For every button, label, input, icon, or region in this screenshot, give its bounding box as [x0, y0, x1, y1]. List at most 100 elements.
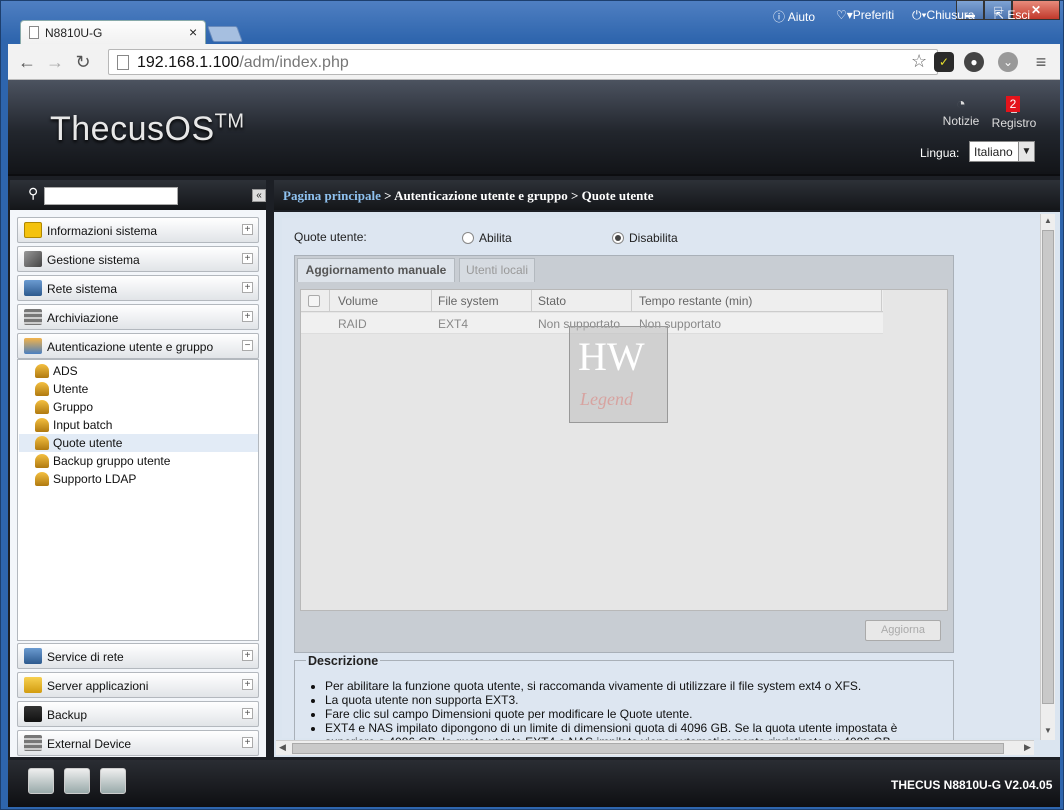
rss-icon: ◔	[956, 96, 966, 113]
sidebar-item-input-batch[interactable]: Input batch	[19, 416, 258, 434]
table-header: Volume File system Stato Tempo restante …	[301, 290, 883, 312]
aiuto-link[interactable]: ⓘ Aiuto	[773, 8, 815, 25]
menu-label: Server applicazioni	[47, 679, 149, 693]
address-bar[interactable]: 192.168.1.100/adm/index.php ☆	[108, 49, 938, 75]
scroll-down-icon[interactable]: ▼	[1044, 726, 1052, 735]
browser-tab[interactable]: N8810U-G ×	[20, 20, 206, 44]
language-select[interactable]: Italiano ▼	[969, 141, 1035, 162]
help-icon: ⓘ	[773, 10, 788, 24]
sidebar-item-label: Input batch	[53, 418, 113, 432]
horizontal-scroll-thumb[interactable]	[292, 743, 1004, 754]
sidebar-item-supporto-ldap[interactable]: Supporto LDAP	[19, 470, 258, 488]
search-icon: ⚲	[28, 185, 39, 201]
collapse-sidebar-button[interactable]: «	[252, 189, 266, 202]
abilita-radio[interactable]	[462, 232, 474, 244]
menu-autenticazione-utente-gruppo[interactable]: Autenticazione utente e gruppo −	[17, 333, 259, 359]
sidebar-item-label: Gruppo	[53, 400, 94, 414]
sidebar-item-quote-utente[interactable]: Quote utente	[19, 434, 258, 452]
back-icon[interactable]: ←	[16, 52, 38, 73]
collapse-icon: −	[242, 340, 253, 351]
exit-icon: ⇱	[994, 8, 1008, 22]
preferiti-label: Preferiti	[852, 8, 895, 22]
disk-icon[interactable]	[64, 768, 90, 794]
firmware-version: THECUS N8810U-G V2.04.05	[891, 778, 1053, 792]
description-item: Fare clic sul campo Dimensioni quote per…	[325, 707, 945, 721]
sidebar-item-label: Quote utente	[53, 436, 123, 450]
column-header-tempo-restante[interactable]: Tempo restante (min)	[639, 294, 752, 308]
forward-icon[interactable]: →	[44, 52, 66, 73]
pocket-icon[interactable]: ⌄	[998, 52, 1018, 72]
adblock-icon[interactable]: ●	[964, 52, 984, 72]
esci-link[interactable]: ⇱ Esci	[994, 8, 1030, 22]
horizontal-scrollbar[interactable]: ◀ ▶	[276, 740, 1034, 755]
user-icon	[35, 382, 49, 396]
sidebar-item-label: Utente	[53, 382, 89, 396]
reload-icon[interactable]: ↻	[72, 52, 94, 73]
scroll-right-icon[interactable]: ▶	[1024, 742, 1031, 753]
ldap-icon	[35, 472, 49, 486]
network-map-icon[interactable]	[100, 768, 126, 794]
menu-service-di-rete[interactable]: Service di rete +	[17, 643, 259, 669]
user-icon	[35, 364, 49, 378]
breadcrumb-home-link[interactable]: Pagina principale	[283, 188, 381, 203]
scroll-left-icon[interactable]: ◀	[279, 742, 286, 753]
expand-icon: +	[242, 224, 253, 235]
esci-label: Esci	[1007, 8, 1031, 22]
app-footer: THECUS N8810U-G V2.04.05	[8, 760, 1060, 807]
expand-icon: +	[242, 737, 253, 748]
tab-aggiornamento-manuale[interactable]: Aggiornamento manuale	[297, 258, 455, 282]
tab-close-icon[interactable]: ×	[189, 24, 197, 40]
sidebar-item-gruppo[interactable]: Gruppo	[19, 398, 258, 416]
preferiti-link[interactable]: ♡▾Preferiti	[836, 8, 894, 22]
tab-utenti-locali[interactable]: Utenti locali	[459, 258, 535, 282]
menu-informazioni-sistema[interactable]: Informazioni sistema +	[17, 217, 259, 243]
sidebar-item-label: ADS	[53, 364, 78, 378]
menu-backup[interactable]: Backup +	[17, 701, 259, 727]
new-tab-button[interactable]	[207, 26, 243, 42]
external-device-icon	[24, 735, 42, 751]
vertical-scroll-thumb[interactable]	[1042, 230, 1054, 704]
page-icon	[117, 55, 129, 70]
watermark-top: HW	[578, 334, 645, 379]
menu-label: External Device	[47, 737, 132, 751]
bookmark-star-icon[interactable]: ☆	[911, 51, 927, 72]
extension-icon[interactable]: ✓	[934, 52, 954, 72]
menu-archiviazione[interactable]: Archiviazione +	[17, 304, 259, 330]
search-input[interactable]	[44, 187, 178, 205]
chevron-down-icon: ▼	[1018, 142, 1034, 161]
menu-external-device[interactable]: External Device +	[17, 730, 259, 756]
column-header-file-system[interactable]: File system	[438, 294, 499, 308]
select-all-checkbox[interactable]	[308, 295, 320, 307]
network-icon	[24, 280, 42, 296]
sidebar-item-utente[interactable]: Utente	[19, 380, 258, 398]
sidebar-item-ads[interactable]: ADS	[19, 362, 258, 380]
column-header-volume[interactable]: Volume	[338, 294, 378, 308]
app-header: ThecusOSTM	[8, 80, 1060, 176]
disabilita-radio[interactable]	[612, 232, 624, 244]
aggiorna-button[interactable]: Aggiorna	[865, 620, 941, 641]
abilita-label: Abilita	[479, 231, 512, 245]
notizie-label: Notizie	[942, 114, 980, 128]
registro-badge: 2	[1006, 96, 1020, 112]
vertical-scrollbar[interactable]: ▲ ▼	[1040, 214, 1055, 740]
menu-label: Service di rete	[47, 650, 124, 664]
menu-icon[interactable]: ≡	[1030, 52, 1052, 73]
backup-icon	[35, 454, 49, 468]
menu-label: Archiviazione	[47, 311, 119, 325]
menu-rete-sistema[interactable]: Rete sistema +	[17, 275, 259, 301]
scroll-up-icon[interactable]: ▲	[1044, 216, 1052, 225]
expand-icon: +	[242, 708, 253, 719]
column-header-stato[interactable]: Stato	[538, 294, 566, 308]
sidebar-item-backup-gruppo-utente[interactable]: Backup gruppo utente	[19, 452, 258, 470]
chiusura-link[interactable]: ⏻▾Chiusura	[912, 8, 975, 23]
page-icon	[29, 26, 39, 39]
menu-label: Informazioni sistema	[47, 224, 158, 238]
aiuto-label: Aiuto	[787, 10, 816, 24]
menu-gestione-sistema[interactable]: Gestione sistema +	[17, 246, 259, 272]
menu-server-applicazioni[interactable]: Server applicazioni +	[17, 672, 259, 698]
expand-icon: +	[242, 253, 253, 264]
notizie-link[interactable]: ◔ Notizie	[942, 96, 980, 128]
server-icon[interactable]	[28, 768, 54, 794]
menu-label: Rete sistema	[47, 282, 118, 296]
cell-volume: RAID	[338, 317, 367, 331]
